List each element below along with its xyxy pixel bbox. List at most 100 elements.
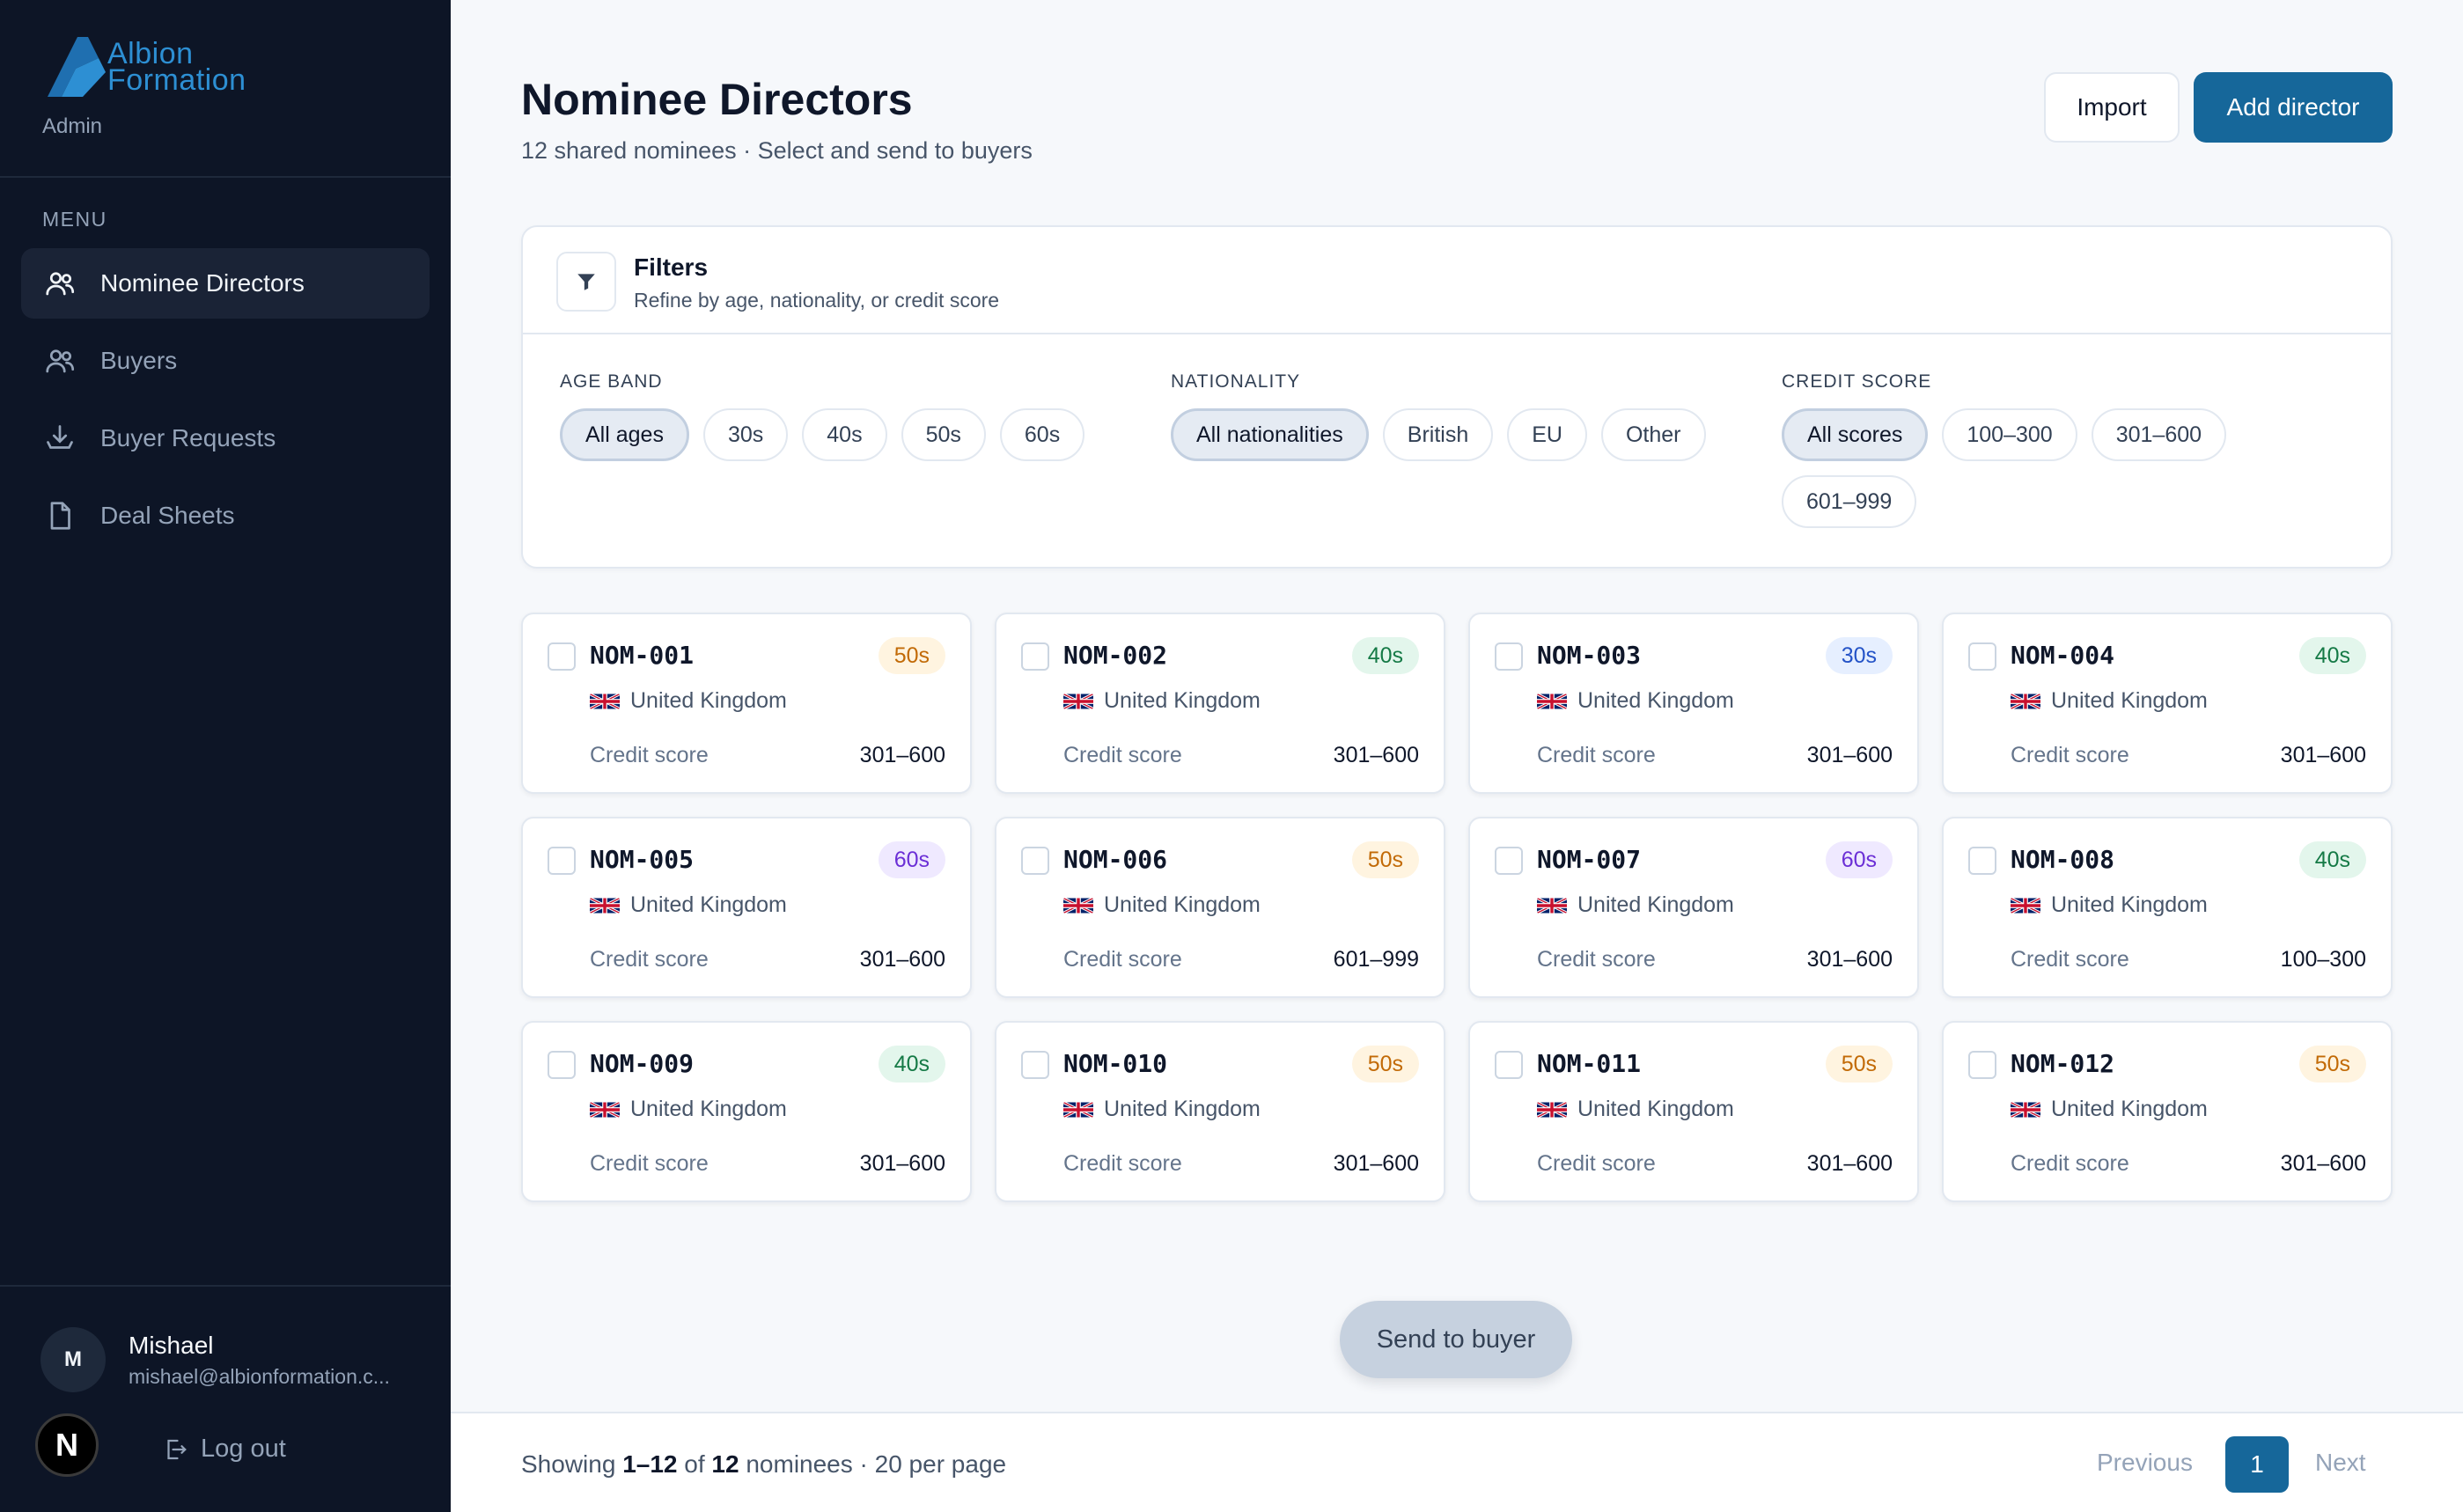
- chip-all-scores[interactable]: All scores: [1782, 408, 1929, 461]
- chip-other[interactable]: Other: [1600, 408, 1706, 461]
- age-badge: 50s: [2298, 1046, 2366, 1083]
- showing-text: Showing 1–12 of 12 nominees · 20 per pag…: [521, 1450, 1006, 1479]
- nationality: United Kingdom: [1063, 1097, 1261, 1122]
- chip-301-600[interactable]: 301–600: [2091, 408, 2227, 461]
- avatar: M: [40, 1327, 106, 1392]
- nominee-card[interactable]: NOM-009 40s United Kingdom Credit score …: [521, 1021, 972, 1202]
- chip-40s[interactable]: 40s: [802, 408, 887, 461]
- age-badge: 50s: [878, 637, 945, 674]
- credit-score-label: Credit score: [2011, 743, 2129, 767]
- age-badge: 60s: [1825, 841, 1893, 878]
- nominee-card[interactable]: NOM-002 40s United Kingdom Credit score …: [995, 613, 1445, 794]
- credit-score-value: 301–600: [859, 947, 945, 972]
- credit-score-label: Credit score: [1063, 947, 1182, 972]
- nationality: United Kingdom: [1063, 688, 1261, 714]
- brand[interactable]: Albion Formation Admin: [42, 33, 246, 139]
- country-name: United Kingdom: [1104, 688, 1261, 713]
- menu-label: MENU: [42, 208, 107, 231]
- chip-30s[interactable]: 30s: [702, 408, 789, 461]
- credit-score-value: 301–600: [1333, 1151, 1419, 1176]
- filter-group-label: CREDIT SCORE: [1782, 371, 1932, 392]
- country-name: United Kingdom: [630, 688, 787, 713]
- uk-flag-icon: [1537, 694, 1567, 708]
- select-checkbox[interactable]: [1495, 642, 1523, 671]
- inbox-download-icon: [47, 425, 73, 449]
- select-checkbox[interactable]: [1021, 847, 1049, 875]
- nominee-card[interactable]: NOM-004 40s United Kingdom Credit score …: [1942, 613, 2393, 794]
- credit-score-value: 601–999: [1333, 947, 1419, 972]
- uk-flag-icon: [590, 694, 620, 708]
- nominee-id: NOM-006: [1063, 845, 1168, 874]
- nominee-card[interactable]: NOM-008 40s United Kingdom Credit score …: [1942, 817, 2393, 998]
- select-checkbox[interactable]: [548, 847, 576, 875]
- nationality: United Kingdom: [590, 688, 787, 714]
- logout-button[interactable]: Log out: [162, 1435, 286, 1464]
- nominee-card[interactable]: NOM-003 30s United Kingdom Credit score …: [1468, 613, 1919, 794]
- nominee-card[interactable]: NOM-006 50s United Kingdom Credit score …: [995, 817, 1445, 998]
- brand-line2: Formation: [107, 63, 246, 97]
- sidebar-nav: Nominee Directors Buyers Buyer Requests …: [21, 248, 430, 558]
- nominee-id: NOM-004: [2011, 641, 2115, 670]
- uk-flag-icon: [1063, 1102, 1093, 1117]
- nationality: United Kingdom: [1063, 892, 1261, 918]
- chip-all-ages[interactable]: All ages: [560, 408, 689, 461]
- country-name: United Kingdom: [630, 1097, 787, 1121]
- n-badge[interactable]: N: [35, 1413, 99, 1477]
- page-1-button[interactable]: 1: [2225, 1436, 2289, 1493]
- chip-601-999[interactable]: 601–999: [1782, 475, 1917, 528]
- import-button[interactable]: Import: [2044, 72, 2180, 143]
- uk-flag-icon: [2011, 898, 2040, 913]
- select-checkbox[interactable]: [1968, 1051, 1996, 1079]
- filter-toggle[interactable]: [556, 252, 616, 312]
- add-director-button[interactable]: Add director: [2194, 72, 2393, 143]
- credit-score-label: Credit score: [590, 743, 709, 767]
- sidebar-divider: [0, 1285, 451, 1287]
- filters-subtitle: Refine by age, nationality, or credit sc…: [634, 289, 1000, 312]
- chip-group: All nationalities British EU Other: [1171, 408, 1734, 461]
- select-checkbox[interactable]: [548, 642, 576, 671]
- chip-50s[interactable]: 50s: [901, 408, 986, 461]
- nominee-card[interactable]: NOM-005 60s United Kingdom Credit score …: [521, 817, 972, 998]
- chip-all-nationalities[interactable]: All nationalities: [1171, 408, 1369, 461]
- sidebar-item-nominee-directors[interactable]: Nominee Directors: [21, 248, 430, 319]
- sidebar-item-deal-sheets[interactable]: Deal Sheets: [21, 481, 430, 551]
- chip-100-300[interactable]: 100–300: [1942, 408, 2077, 461]
- age-badge: 50s: [1825, 1046, 1893, 1083]
- user-profile[interactable]: M Mishael mishael@albionformation.c...: [40, 1327, 419, 1392]
- credit-score-value: 301–600: [859, 743, 945, 767]
- send-to-buyer-button[interactable]: Send to buyer: [1340, 1301, 1572, 1378]
- next-page-button[interactable]: Next: [2315, 1449, 2366, 1477]
- sidebar-item-buyer-requests[interactable]: Buyer Requests: [21, 403, 430, 473]
- select-checkbox[interactable]: [1021, 642, 1049, 671]
- select-checkbox[interactable]: [1495, 847, 1523, 875]
- select-checkbox[interactable]: [548, 1051, 576, 1079]
- nationality: United Kingdom: [2011, 892, 2208, 918]
- nominee-id: NOM-009: [590, 1049, 695, 1078]
- chip-60s[interactable]: 60s: [999, 408, 1085, 461]
- select-checkbox[interactable]: [1495, 1051, 1523, 1079]
- nominee-card[interactable]: NOM-007 60s United Kingdom Credit score …: [1468, 817, 1919, 998]
- nominee-card[interactable]: NOM-012 50s United Kingdom Credit score …: [1942, 1021, 2393, 1202]
- credit-score-value: 100–300: [2280, 947, 2366, 972]
- sidebar-item-buyers[interactable]: Buyers: [21, 326, 430, 396]
- filters-header: Filters Refine by age, nationality, or c…: [523, 227, 2391, 334]
- previous-page-button[interactable]: Previous: [2097, 1449, 2193, 1477]
- chip-british[interactable]: British: [1382, 408, 1494, 461]
- country-name: United Kingdom: [1577, 1097, 1734, 1121]
- country-name: United Kingdom: [2051, 1097, 2208, 1121]
- showing-range: 1–12: [622, 1450, 678, 1478]
- select-checkbox[interactable]: [1021, 1051, 1049, 1079]
- showing-rest: nominees · 20 per page: [746, 1450, 1007, 1478]
- chip-eu[interactable]: EU: [1507, 408, 1587, 461]
- select-checkbox[interactable]: [1968, 642, 1996, 671]
- nationality: United Kingdom: [1537, 688, 1734, 714]
- select-checkbox[interactable]: [1968, 847, 1996, 875]
- filter-group-nationality: NATIONALITY All nationalities British EU…: [1171, 371, 1734, 461]
- user-email: mishael@albionformation.c...: [129, 1364, 390, 1388]
- page-title: Nominee Directors: [521, 75, 913, 124]
- nominee-id: NOM-007: [1537, 845, 1642, 874]
- nominee-card[interactable]: NOM-001 50s United Kingdom Credit score …: [521, 613, 972, 794]
- nominee-card[interactable]: NOM-010 50s United Kingdom Credit score …: [995, 1021, 1445, 1202]
- nominee-card[interactable]: NOM-011 50s United Kingdom Credit score …: [1468, 1021, 1919, 1202]
- page-subtitle: 12 shared nominees · Select and send to …: [521, 137, 1033, 164]
